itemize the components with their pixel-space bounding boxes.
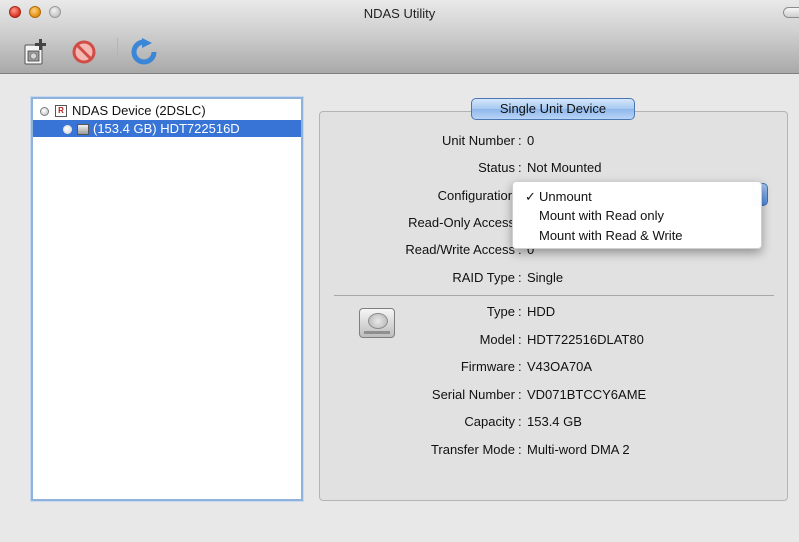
- type-value: HDD: [527, 304, 556, 319]
- colon: :: [518, 160, 522, 175]
- menu-item-mount-read-only[interactable]: Mount with Read only: [513, 207, 761, 225]
- refresh-icon[interactable]: [130, 38, 158, 66]
- hard-disk-icon: [359, 308, 395, 338]
- tree-item-label: (153.4 GB) HDT722516D: [93, 121, 240, 136]
- ndas-device-icon: R: [55, 105, 67, 117]
- status-value: Not Mounted: [527, 160, 602, 175]
- tree-item-unit-disk[interactable]: (153.4 GB) HDT722516D: [33, 120, 301, 137]
- status-label: Status: [478, 160, 515, 175]
- transfer-mode-label: Transfer Mode: [430, 442, 515, 457]
- configuration-menu[interactable]: ✓ Unmount Mount with Read only Mount wit…: [512, 181, 762, 249]
- colon: :: [518, 414, 522, 429]
- menu-item-label: Unmount: [539, 189, 592, 204]
- section-divider: [334, 295, 774, 296]
- checkmark-icon: ✓: [525, 189, 536, 204]
- serial-number-label: Serial Number: [431, 387, 515, 402]
- firmware-value: V43OA70A: [527, 359, 593, 374]
- menu-item-mount-read-write[interactable]: Mount with Read & Write: [513, 227, 761, 245]
- menu-item-unmount[interactable]: ✓ Unmount: [513, 188, 761, 206]
- configuration-label: Configuration: [437, 188, 515, 203]
- tree-item-label: NDAS Device (2DSLC): [72, 103, 206, 118]
- device-status-icon: [40, 107, 49, 116]
- type-label: Type: [486, 304, 515, 319]
- colon: :: [518, 133, 522, 148]
- capacity-label: Capacity: [464, 414, 515, 429]
- window-title: NDAS Utility: [363, 6, 436, 21]
- ndas-utility-window: NDAS Utility R NDAS Device (2DSLC) (153.…: [0, 0, 799, 542]
- model-value: HDT722516DLAT80: [527, 332, 644, 347]
- raid-type-label: RAID Type: [452, 270, 515, 285]
- remove-device-icon[interactable]: [70, 38, 98, 66]
- title-toolbar: NDAS Utility: [0, 0, 799, 74]
- serial-number-value: VD071BTCCY6AME: [527, 387, 647, 402]
- disk-icon: [77, 124, 89, 135]
- firmware-label: Firmware: [460, 359, 515, 374]
- device-source-list[interactable]: R NDAS Device (2DSLC) (153.4 GB) HDT7225…: [31, 97, 303, 501]
- colon: :: [518, 387, 522, 402]
- toolbar-separator: [117, 38, 118, 66]
- model-label: Model: [479, 332, 515, 347]
- unit-status-icon: [63, 125, 72, 134]
- colon: :: [518, 270, 522, 285]
- toolbar-toggle-button[interactable]: [783, 7, 799, 18]
- colon: :: [518, 359, 522, 374]
- tree-item-ndas-device[interactable]: R NDAS Device (2DSLC): [33, 102, 301, 119]
- raid-type-value: Single: [527, 270, 564, 285]
- menu-item-label: Mount with Read only: [539, 208, 665, 223]
- colon: :: [518, 332, 522, 347]
- colon: :: [518, 304, 522, 319]
- unit-number-value: 0: [527, 133, 535, 148]
- transfer-mode-value: Multi-word DMA 2: [527, 442, 630, 457]
- unit-number-label: Unit Number: [442, 133, 515, 148]
- menu-item-label: Mount with Read & Write: [539, 228, 683, 243]
- read-write-access-label: Read/Write Access: [405, 242, 515, 257]
- add-device-icon[interactable]: [22, 38, 50, 66]
- colon: :: [518, 442, 522, 457]
- read-only-access-label: Read-Only Access: [408, 215, 515, 230]
- capacity-value: 153.4 GB: [527, 414, 582, 429]
- tab-single-unit-device[interactable]: Single Unit Device: [471, 98, 635, 120]
